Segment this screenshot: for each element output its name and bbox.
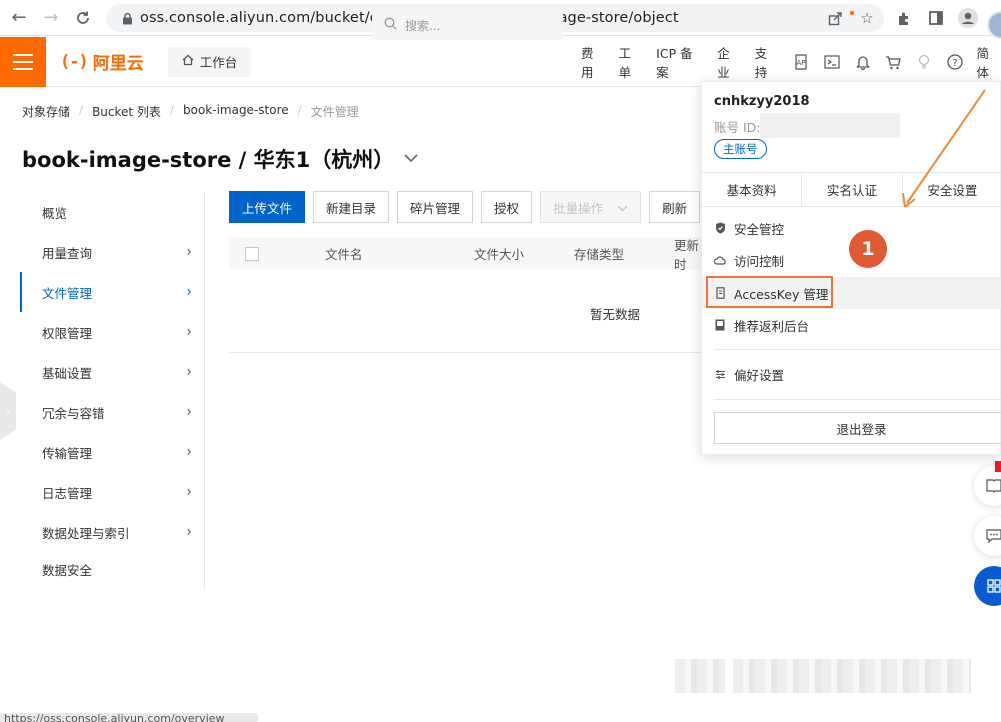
notification-badge xyxy=(995,461,1001,472)
blurred-watermark xyxy=(733,659,971,693)
annotation-arrow xyxy=(902,89,986,208)
blurred-watermark xyxy=(675,659,725,693)
status-bar-url: https://oss.console.aliyun.com/overview xyxy=(0,713,258,722)
step-number-badge: 1 xyxy=(849,230,887,268)
